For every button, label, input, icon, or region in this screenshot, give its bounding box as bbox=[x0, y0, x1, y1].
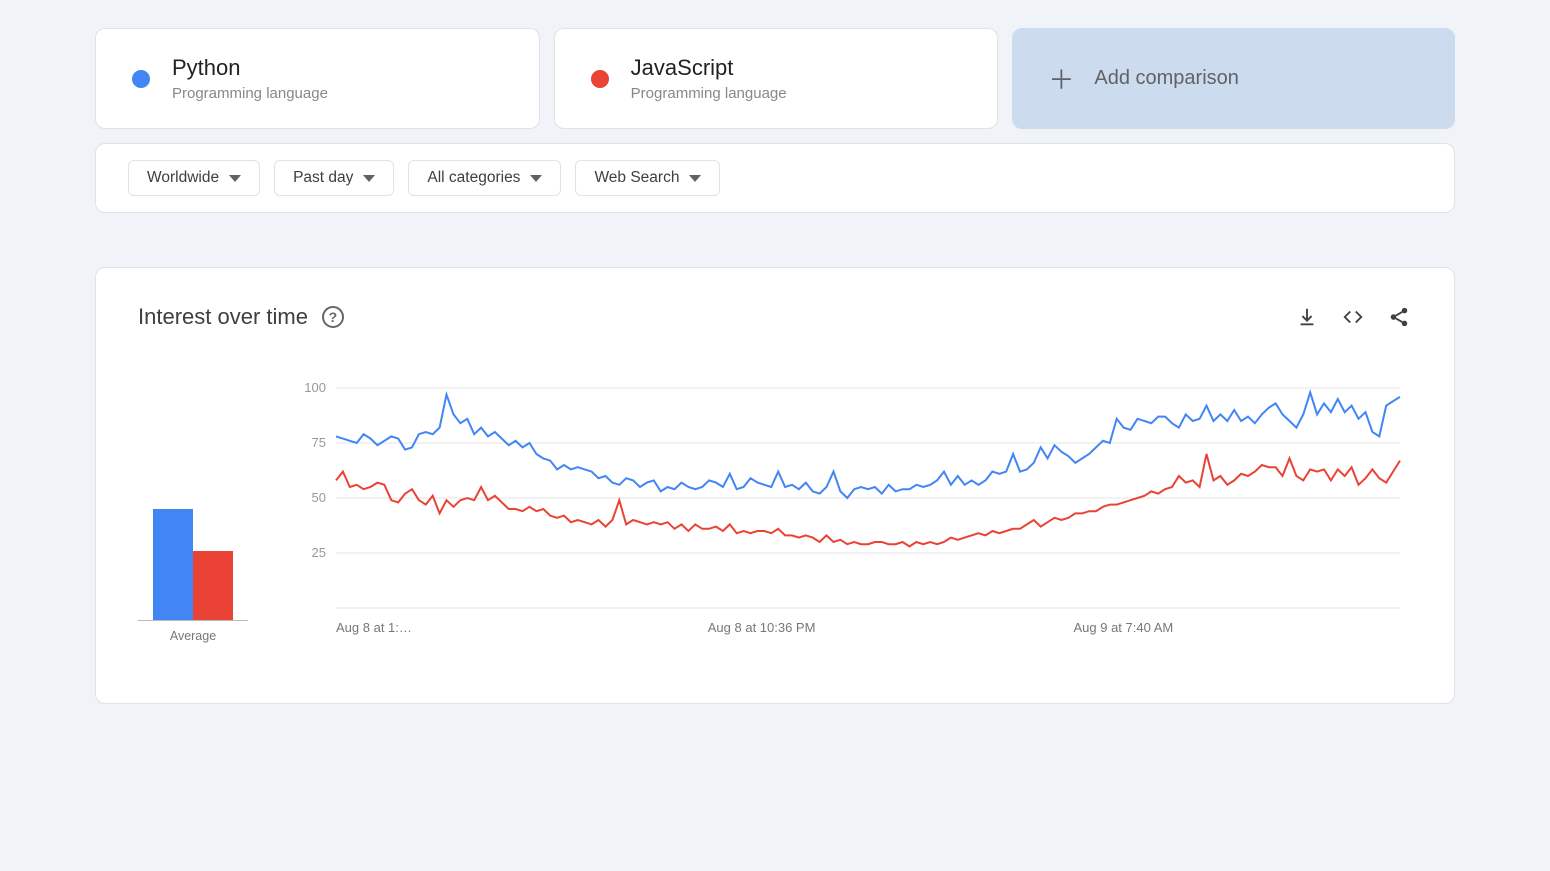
interest-line-chart: 25 50 75 100 Aug 8 at 1:… Aug 8 at 10:36 PM Au… bbox=[290, 378, 1412, 643]
average-bar-chart: Average bbox=[138, 467, 248, 643]
embed-icon[interactable] bbox=[1340, 304, 1366, 330]
term-name: Python bbox=[172, 55, 328, 81]
svg-text:50: 50 bbox=[312, 490, 326, 505]
svg-text:Aug 8 at 10:36 PM: Aug 8 at 10:36 PM bbox=[708, 620, 816, 635]
panel-title: Interest over time bbox=[138, 304, 308, 330]
add-comparison-button[interactable]: ＋ Add comparison bbox=[1012, 28, 1455, 129]
chevron-down-icon bbox=[363, 175, 375, 182]
svg-text:Aug 9 at 7:40 AM: Aug 9 at 7:40 AM bbox=[1073, 620, 1173, 635]
interest-over-time-panel: Interest over time ? bbox=[95, 267, 1455, 704]
average-bar bbox=[153, 509, 193, 620]
search-type-dropdown[interactable]: Web Search bbox=[575, 160, 720, 196]
region-dropdown[interactable]: Worldwide bbox=[128, 160, 260, 196]
category-dropdown[interactable]: All categories bbox=[408, 160, 561, 196]
chevron-down-icon bbox=[530, 175, 542, 182]
time-dropdown-label: Past day bbox=[293, 169, 353, 187]
add-comparison-label: Add comparison bbox=[1094, 67, 1239, 90]
search-type-dropdown-label: Web Search bbox=[594, 169, 679, 187]
svg-text:100: 100 bbox=[304, 380, 326, 395]
term-color-dot bbox=[132, 70, 150, 88]
help-icon[interactable]: ? bbox=[322, 306, 344, 328]
svg-text:Aug 8 at 1:…: Aug 8 at 1:… bbox=[336, 620, 412, 635]
filter-bar: Worldwide Past day All categories Web Se… bbox=[95, 143, 1455, 213]
term-subtitle: Programming language bbox=[172, 85, 328, 102]
plus-icon: ＋ bbox=[1048, 60, 1074, 97]
chevron-down-icon bbox=[229, 175, 241, 182]
category-dropdown-label: All categories bbox=[427, 169, 520, 187]
share-icon[interactable] bbox=[1386, 304, 1412, 330]
average-label: Average bbox=[170, 629, 216, 643]
term-color-dot bbox=[591, 70, 609, 88]
average-bar bbox=[193, 551, 233, 620]
download-icon[interactable] bbox=[1294, 304, 1320, 330]
term-subtitle: Programming language bbox=[631, 85, 787, 102]
comparison-terms-row: Python Programming language JavaScript P… bbox=[95, 28, 1455, 129]
svg-text:75: 75 bbox=[312, 435, 326, 450]
svg-text:25: 25 bbox=[312, 545, 326, 560]
chevron-down-icon bbox=[689, 175, 701, 182]
time-dropdown[interactable]: Past day bbox=[274, 160, 394, 196]
term-name: JavaScript bbox=[631, 55, 787, 81]
region-dropdown-label: Worldwide bbox=[147, 169, 219, 187]
term-card-0[interactable]: Python Programming language bbox=[95, 28, 540, 129]
term-card-1[interactable]: JavaScript Programming language bbox=[554, 28, 999, 129]
